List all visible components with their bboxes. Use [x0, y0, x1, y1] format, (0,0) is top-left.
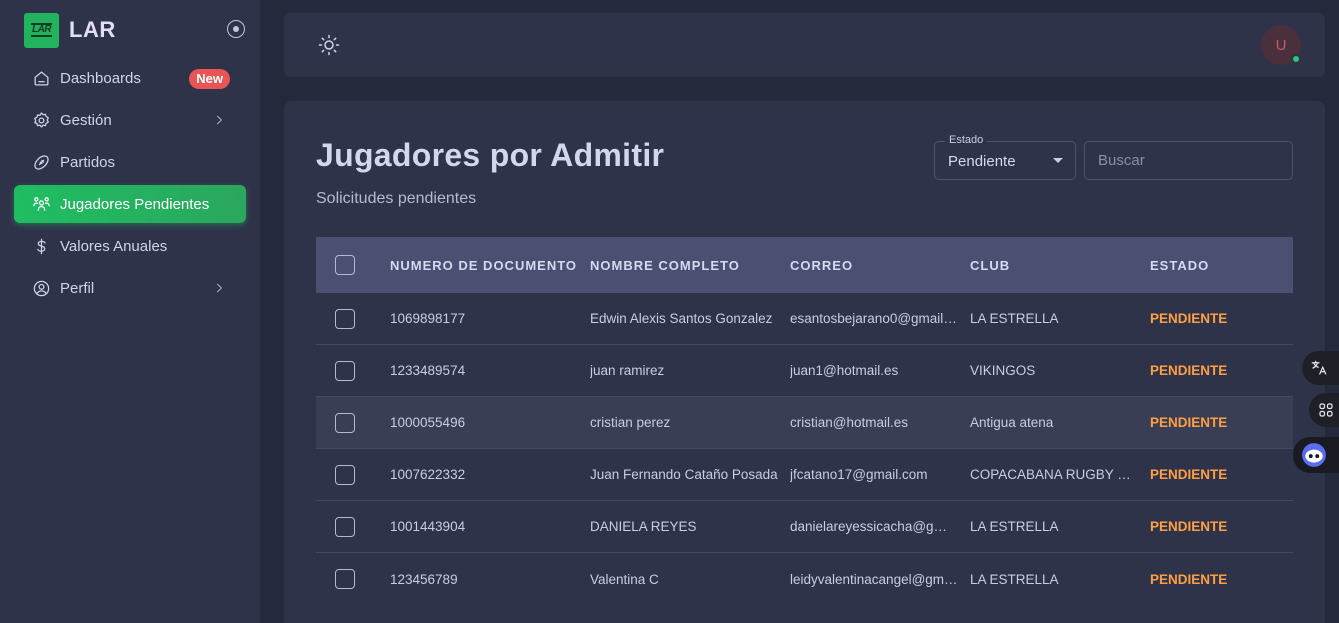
translate-icon — [1311, 360, 1327, 375]
brand-logo-text: LAR — [30, 23, 53, 37]
table-header: NUMERO DE DOCUMENTO NOMBRE COMPLETO CORR… — [316, 237, 1293, 293]
sidebar-item-perfil[interactable]: Perfil — [14, 269, 246, 307]
cell-documento: 1069898177 — [390, 311, 466, 326]
cell-nombre: juan ramirez — [590, 363, 665, 378]
estado-select-value: Pendiente — [948, 153, 1016, 170]
search-input[interactable] — [1084, 141, 1293, 180]
sidebar-item-jugadores-pendientes[interactable]: Jugadores Pendientes — [14, 185, 246, 223]
assistant-bot-icon — [1302, 443, 1326, 467]
estado-select-label: Estado — [945, 134, 988, 146]
sidebar-item-partidos[interactable]: Partidos — [14, 143, 246, 181]
status-badge: PENDIENTE — [1150, 467, 1228, 482]
status-badge: PENDIENTE — [1150, 311, 1228, 326]
sun-icon[interactable] — [317, 33, 341, 57]
sidebar-item-label: Partidos — [60, 153, 116, 171]
row-checkbox[interactable] — [335, 308, 355, 329]
column-header-club[interactable]: CLUB — [970, 258, 1150, 273]
table-row[interactable]: 1001443904 DANIELA REYES danielareyessic… — [316, 501, 1293, 553]
estado-select[interactable]: Estado Pendiente — [934, 134, 1076, 180]
online-status-dot — [1291, 54, 1301, 64]
status-badge: PENDIENTE — [1150, 415, 1228, 430]
user-circle-icon — [31, 278, 51, 298]
apps-button[interactable] — [1309, 393, 1339, 427]
status-badge: PENDIENTE — [1150, 363, 1228, 378]
page-subtitle: Solicitudes pendientes — [316, 190, 477, 207]
brand-name: LAR — [69, 17, 116, 42]
sidebar: LAR LAR Dashboards New Gestión Partidos — [0, 0, 260, 623]
home-icon — [31, 68, 51, 88]
column-header-documento[interactable]: NUMERO DE DOCUMENTO — [390, 258, 590, 273]
avatar[interactable]: U — [1261, 25, 1301, 65]
sidebar-item-valores-anuales[interactable]: Valores Anuales — [14, 227, 246, 265]
sidebar-item-label: Jugadores Pendientes — [60, 195, 210, 213]
select-all-checkbox[interactable] — [335, 255, 355, 275]
sidebar-item-dashboards[interactable]: Dashboards New — [14, 59, 246, 97]
cell-nombre: DANIELA REYES — [590, 519, 697, 534]
row-checkbox[interactable] — [335, 516, 355, 537]
sidebar-item-gestion[interactable]: Gestión — [14, 101, 246, 139]
cell-documento: 1233489574 — [390, 363, 466, 378]
football-icon — [31, 152, 51, 172]
cell-nombre: cristian perez — [590, 415, 671, 430]
sidebar-item-label: Valores Anuales — [60, 237, 168, 255]
cell-correo: leidyvalentinacangel@gmail.com — [790, 571, 970, 587]
caret-down-icon — [1053, 158, 1063, 163]
cell-nombre: Valentina C — [590, 571, 659, 587]
cell-documento: 123456789 — [390, 571, 458, 587]
table-row[interactable]: 1069898177 Edwin Alexis Santos Gonzalez … — [316, 293, 1293, 345]
row-checkbox[interactable] — [335, 464, 355, 485]
cell-club: LA ESTRELLA — [970, 571, 1059, 587]
new-badge: New — [189, 69, 230, 89]
row-checkbox[interactable] — [335, 412, 355, 433]
sidebar-item-label: Gestión — [60, 111, 112, 129]
top-navbar: U — [284, 13, 1325, 77]
cell-documento: 1001443904 — [390, 519, 466, 534]
cell-nombre: Juan Fernando Cataño Posada — [590, 467, 778, 482]
row-checkbox[interactable] — [335, 569, 355, 589]
table-row[interactable]: 1233489574 juan ramirez juan1@hotmail.es… — [316, 345, 1293, 397]
players-table: NUMERO DE DOCUMENTO NOMBRE COMPLETO CORR… — [316, 237, 1293, 605]
translate-button[interactable] — [1302, 351, 1339, 385]
gear-icon — [31, 110, 51, 130]
sidebar-item-label: Dashboards — [60, 69, 141, 87]
cell-correo: cristian@hotmail.es — [790, 415, 908, 430]
avatar-initial: U — [1275, 36, 1287, 54]
sidebar-nav: Dashboards New Gestión Partidos Jugadore… — [14, 59, 246, 311]
cell-documento: 1007622332 — [390, 467, 466, 482]
assistant-button[interactable] — [1293, 437, 1339, 473]
column-header-estado[interactable]: ESTADO — [1150, 258, 1293, 273]
row-checkbox[interactable] — [335, 360, 355, 381]
cell-club: COPACABANA RUGBY CLUB — [970, 467, 1150, 482]
sidebar-item-label: Perfil — [60, 279, 95, 297]
cell-club: LA ESTRELLA — [970, 519, 1059, 534]
column-header-nombre[interactable]: NOMBRE COMPLETO — [590, 258, 790, 273]
brand-logo: LAR — [24, 12, 59, 48]
main-card: Jugadores por Admitir Solicitudes pendie… — [284, 101, 1325, 623]
status-badge: PENDIENTE — [1150, 519, 1228, 534]
table-row[interactable]: 1007622332 Juan Fernando Cataño Posada j… — [316, 449, 1293, 501]
cell-correo: danielareyessicacha@gmail.com — [790, 519, 970, 534]
cell-correo: juan1@hotmail.es — [790, 363, 899, 378]
brand[interactable]: LAR LAR — [24, 12, 116, 48]
cell-club: Antigua atena — [970, 415, 1054, 430]
users-icon — [31, 194, 51, 214]
table-row[interactable]: 123456789 Valentina C leidyvalentinacang… — [316, 553, 1293, 605]
dollar-icon — [31, 236, 51, 256]
page-title: Jugadores por Admitir — [316, 137, 665, 173]
apps-grid-icon — [1319, 403, 1333, 417]
status-badge: PENDIENTE — [1150, 571, 1228, 587]
cell-correo: jfcatano17@gmail.com — [790, 467, 928, 482]
table-row[interactable]: 1000055496 cristian perez cristian@hotma… — [316, 397, 1293, 449]
cell-nombre: Edwin Alexis Santos Gonzalez — [590, 311, 773, 326]
cell-correo: esantosbejarano0@gmail.com — [790, 311, 970, 326]
cell-documento: 1000055496 — [390, 415, 466, 430]
chevron-right-icon — [216, 283, 223, 293]
column-header-correo[interactable]: CORREO — [790, 258, 970, 273]
chevron-right-icon — [216, 115, 223, 125]
sidebar-toggle-icon[interactable] — [227, 20, 245, 38]
cell-club: LA ESTRELLA — [970, 311, 1059, 326]
cell-club: VIKINGOS — [970, 363, 1036, 378]
